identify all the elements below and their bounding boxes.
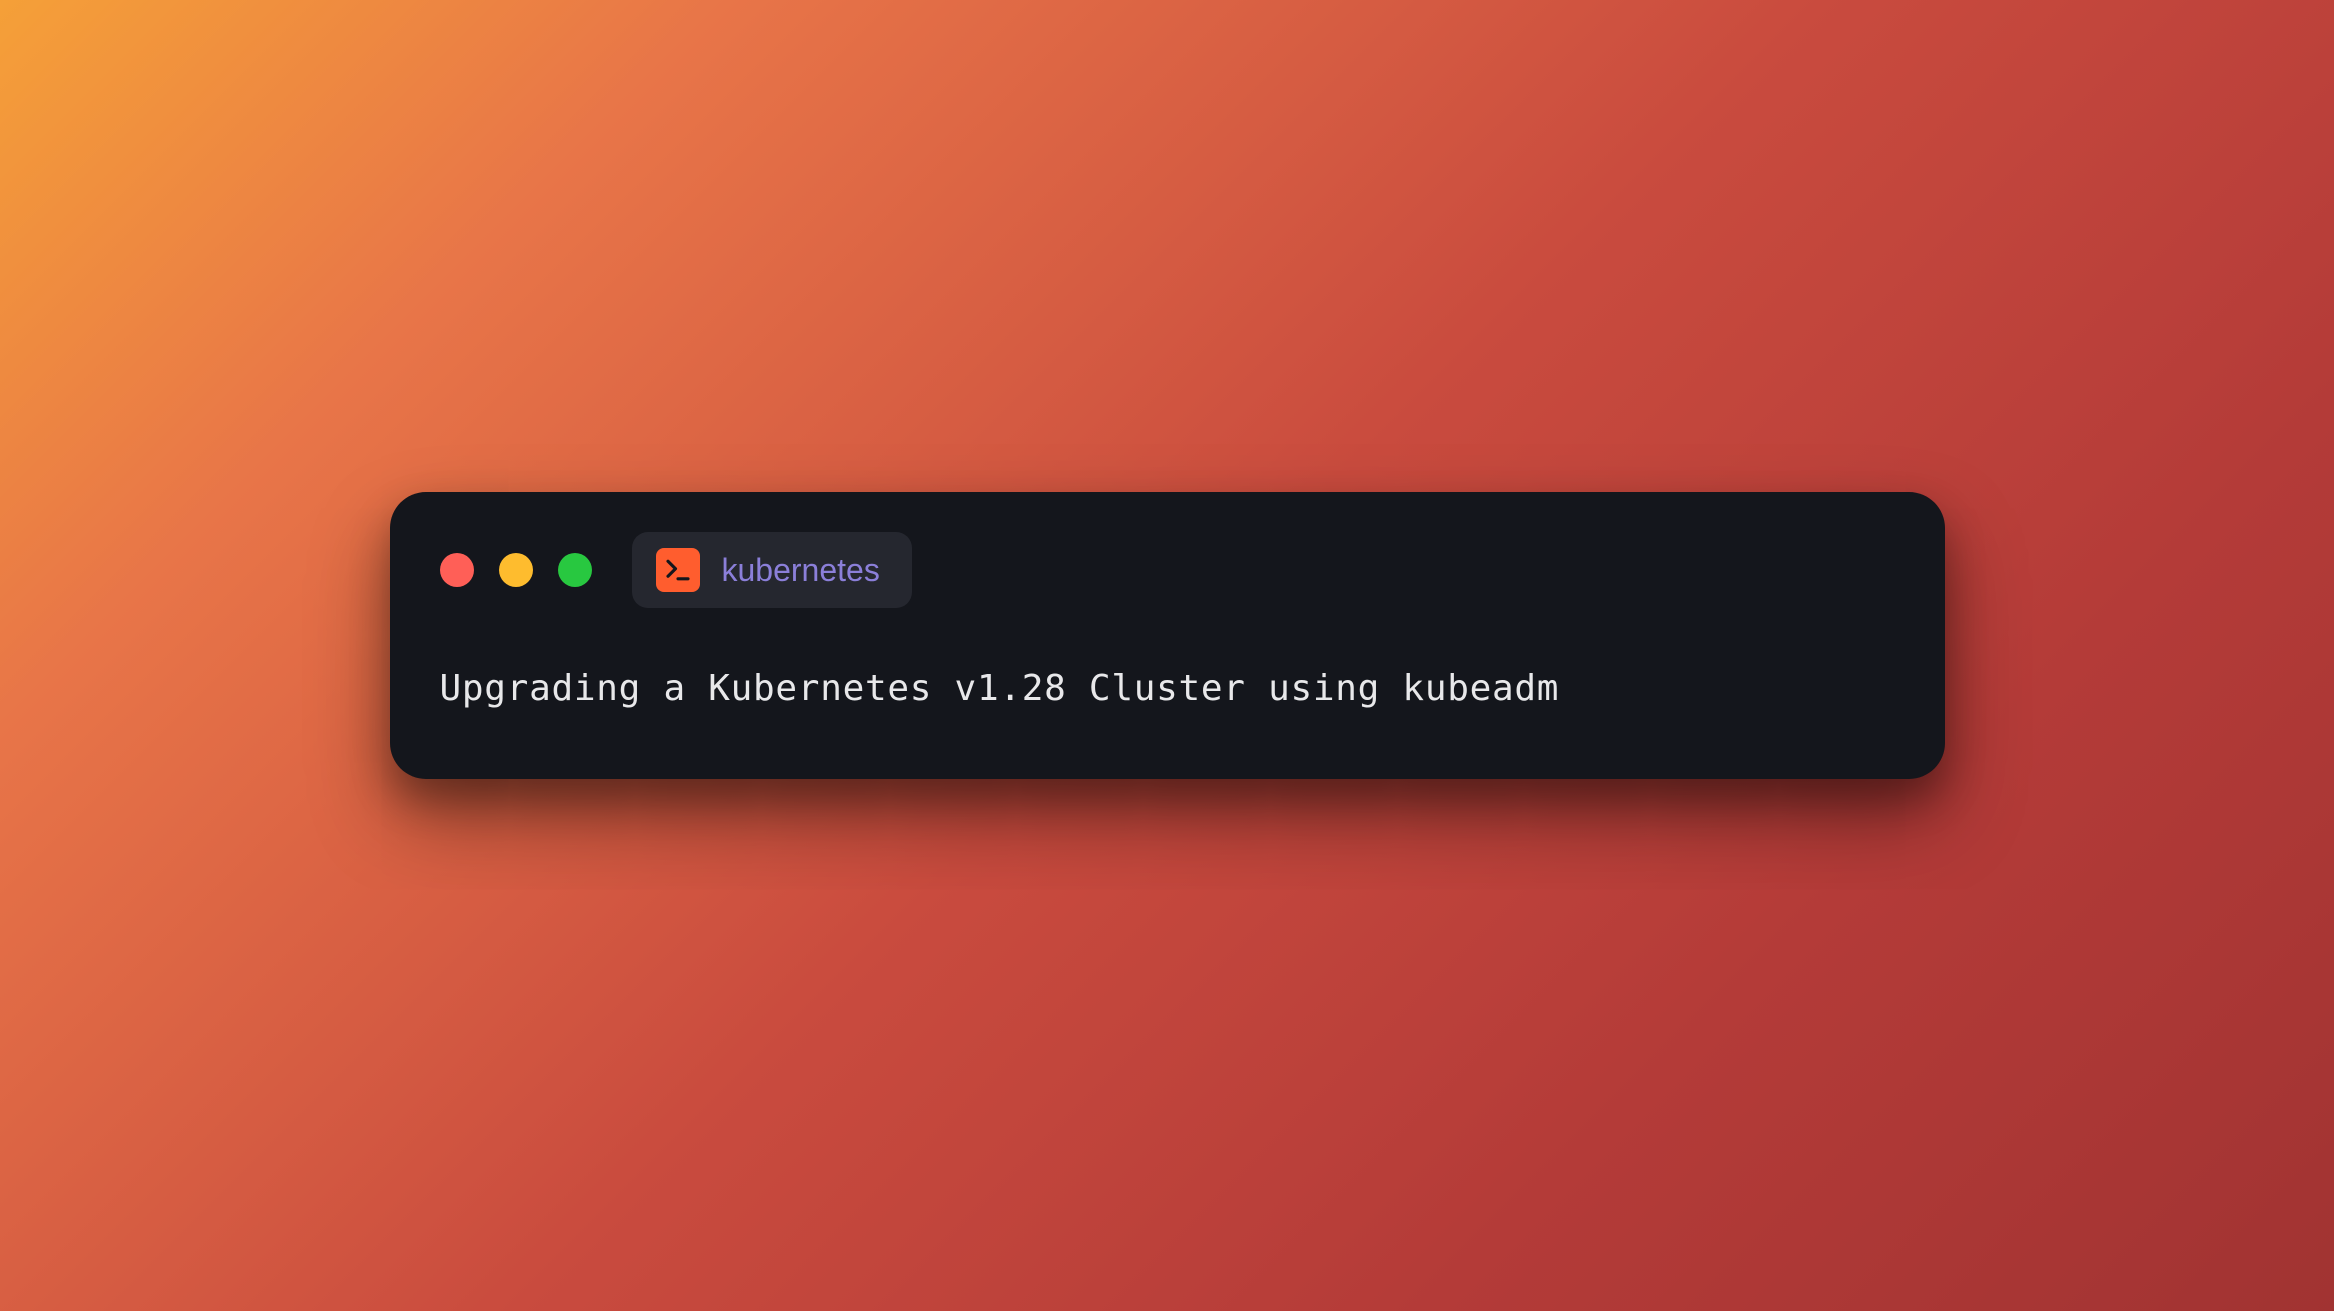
traffic-lights [440, 553, 592, 587]
minimize-button[interactable] [499, 553, 533, 587]
terminal-icon [656, 548, 700, 592]
maximize-button[interactable] [558, 553, 592, 587]
close-button[interactable] [440, 553, 474, 587]
terminal-output-line: Upgrading a Kubernetes v1.28 Cluster usi… [440, 668, 1895, 709]
terminal-window: kubernetes Upgrading a Kubernetes v1.28 … [390, 492, 1945, 779]
tab-label: kubernetes [722, 552, 880, 589]
window-titlebar: kubernetes [390, 492, 1945, 638]
tab-kubernetes[interactable]: kubernetes [632, 532, 912, 608]
terminal-body[interactable]: Upgrading a Kubernetes v1.28 Cluster usi… [390, 638, 1945, 779]
